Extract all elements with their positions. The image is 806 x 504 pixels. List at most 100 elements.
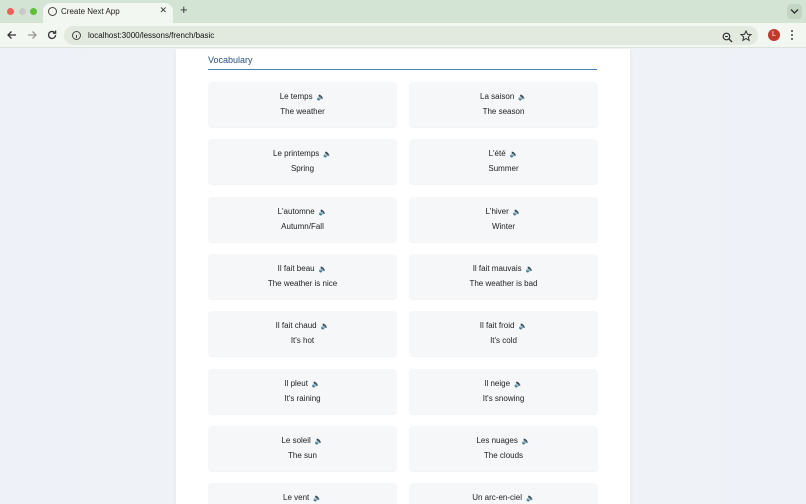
vocab-card: Il neige 🔈 It's snowing xyxy=(409,368,598,414)
section-title: Vocabulary xyxy=(208,55,253,65)
speaker-icon[interactable]: 🔈 xyxy=(312,380,321,388)
vocab-card: Il fait froid 🔈 It's cold xyxy=(409,311,598,357)
french-term: La saison 🔈 xyxy=(409,92,598,101)
tab-strip: Create Next App ✕ + xyxy=(0,0,806,23)
french-term-text: Les nuages xyxy=(476,435,518,445)
vocab-card: L'été 🔈 Summer xyxy=(409,139,598,185)
vocab-card: L'automne 🔈 Autumn/Fall xyxy=(208,196,397,242)
section-divider xyxy=(208,69,597,70)
english-translation: The weather is nice xyxy=(267,278,338,288)
minimize-window-button[interactable] xyxy=(19,8,26,15)
tab-search-button[interactable] xyxy=(787,4,802,19)
more-options-icon[interactable] xyxy=(790,29,794,41)
speaker-icon[interactable]: 🔈 xyxy=(313,494,322,502)
french-term-text: Il fait froid xyxy=(479,321,515,331)
speaker-icon[interactable]: 🔈 xyxy=(522,437,531,445)
close-window-button[interactable] xyxy=(7,8,14,15)
tab-title: Create Next App xyxy=(61,7,120,16)
maximize-window-button[interactable] xyxy=(30,8,37,15)
speaker-icon[interactable]: 🔈 xyxy=(526,265,535,273)
french-term: L'été 🔈 xyxy=(409,149,598,158)
english-translation: Spring xyxy=(290,164,315,174)
french-term-text: L'été xyxy=(488,149,506,159)
vocab-card: L'hiver 🔈 Winter xyxy=(409,196,598,242)
french-term: Le vent 🔈 xyxy=(208,493,397,502)
url-text[interactable]: localhost:3000/lessons/french/basic xyxy=(88,31,214,40)
english-translation: Autumn/Fall xyxy=(281,221,324,231)
zoom-icon[interactable] xyxy=(722,30,733,48)
french-term-text: Il fait mauvais xyxy=(472,263,522,273)
vocab-card: La saison 🔈 The season xyxy=(409,82,598,127)
page-viewport: Vocabulary Le temps 🔈 The weather La saison… xyxy=(0,49,806,504)
reload-icon xyxy=(47,30,57,40)
browser-toolbar: localhost:3000/lessons/french/basic L xyxy=(0,23,806,48)
english-translation: It's cold xyxy=(490,336,517,346)
french-term-text: Le printemps xyxy=(273,149,320,159)
vocab-card: Le temps 🔈 The weather xyxy=(208,82,397,127)
french-term: Le soleil 🔈 xyxy=(208,436,397,445)
arrow-right-icon xyxy=(28,31,37,39)
active-tab[interactable]: Create Next App ✕ xyxy=(43,3,173,23)
speaker-icon[interactable]: 🔈 xyxy=(510,150,519,158)
speaker-icon[interactable]: 🔈 xyxy=(319,208,328,216)
chevron-down-icon xyxy=(790,9,799,14)
address-bar[interactable]: localhost:3000/lessons/french/basic xyxy=(64,26,758,45)
english-translation: The sun xyxy=(288,450,317,460)
french-term-text: L'hiver xyxy=(485,206,509,216)
bookmark-star-icon[interactable] xyxy=(739,29,753,47)
french-term: Un arc-en-ciel 🔈 xyxy=(409,493,598,502)
vocab-card: Il fait chaud 🔈 It's hot xyxy=(208,311,397,357)
english-translation: The season xyxy=(482,107,525,116)
forward-button[interactable] xyxy=(26,29,38,41)
profile-avatar[interactable]: L xyxy=(768,29,780,41)
french-term-text: Il fait beau xyxy=(277,263,315,273)
french-term: Il fait mauvais 🔈 xyxy=(409,264,598,273)
vocab-card: Les nuages 🔈 The clouds xyxy=(409,425,598,471)
french-term-text: Il neige xyxy=(484,378,511,388)
french-term: Il pleut 🔈 xyxy=(208,379,397,388)
globe-icon xyxy=(48,7,57,16)
english-translation: Summer xyxy=(488,164,519,174)
english-translation: It's snowing xyxy=(482,393,525,403)
french-term: Il fait chaud 🔈 xyxy=(208,321,397,330)
french-term-text: Le soleil xyxy=(281,435,311,445)
speaker-icon[interactable]: 🔈 xyxy=(513,208,522,216)
english-translation: Winter xyxy=(491,221,516,231)
speaker-icon[interactable]: 🔈 xyxy=(315,437,324,445)
vocab-card: Un arc-en-ciel 🔈 xyxy=(409,483,598,504)
french-term-text: Un arc-en-ciel xyxy=(472,493,523,503)
english-translation: The clouds xyxy=(483,450,524,460)
french-term-text: Le vent xyxy=(283,493,310,503)
vocab-card: Il fait mauvais 🔈 The weather is bad xyxy=(409,253,598,299)
vocab-card: Le vent 🔈 xyxy=(208,483,397,504)
speaker-icon[interactable]: 🔈 xyxy=(526,494,535,502)
french-term: L'automne 🔈 xyxy=(208,207,397,216)
speaker-icon[interactable]: 🔈 xyxy=(518,93,527,101)
french-term-text: L'automne xyxy=(277,206,315,216)
english-translation: It's hot xyxy=(290,336,315,346)
vocab-card: Le soleil 🔈 The sun xyxy=(208,425,397,471)
french-term-text: La saison xyxy=(480,92,515,101)
speaker-icon[interactable]: 🔈 xyxy=(514,380,523,388)
french-term-text: Le temps xyxy=(279,92,313,101)
vocab-card: Le printemps 🔈 Spring xyxy=(208,139,397,185)
reload-button[interactable] xyxy=(46,29,58,41)
arrow-left-icon xyxy=(7,31,16,39)
new-tab-button[interactable]: + xyxy=(180,3,188,16)
french-term: Le temps 🔈 xyxy=(208,92,397,101)
site-info-icon[interactable] xyxy=(72,31,81,40)
french-term: Il fait froid 🔈 xyxy=(409,321,598,330)
back-button[interactable] xyxy=(6,29,18,41)
speaker-icon[interactable]: 🔈 xyxy=(319,265,328,273)
speaker-icon[interactable]: 🔈 xyxy=(317,93,326,101)
french-term-text: Il pleut xyxy=(284,378,308,388)
speaker-icon[interactable]: 🔈 xyxy=(321,322,330,330)
speaker-icon[interactable]: 🔈 xyxy=(323,150,332,158)
english-translation: It's raining xyxy=(284,393,321,403)
lesson-card: Vocabulary Le temps 🔈 The weather La saison… xyxy=(176,49,630,504)
french-term: L'hiver 🔈 xyxy=(409,207,598,216)
speaker-icon[interactable]: 🔈 xyxy=(518,322,527,330)
french-term: Il neige 🔈 xyxy=(409,379,598,388)
tab-close-icon[interactable]: ✕ xyxy=(159,6,167,15)
english-translation: The weather is bad xyxy=(469,278,538,288)
